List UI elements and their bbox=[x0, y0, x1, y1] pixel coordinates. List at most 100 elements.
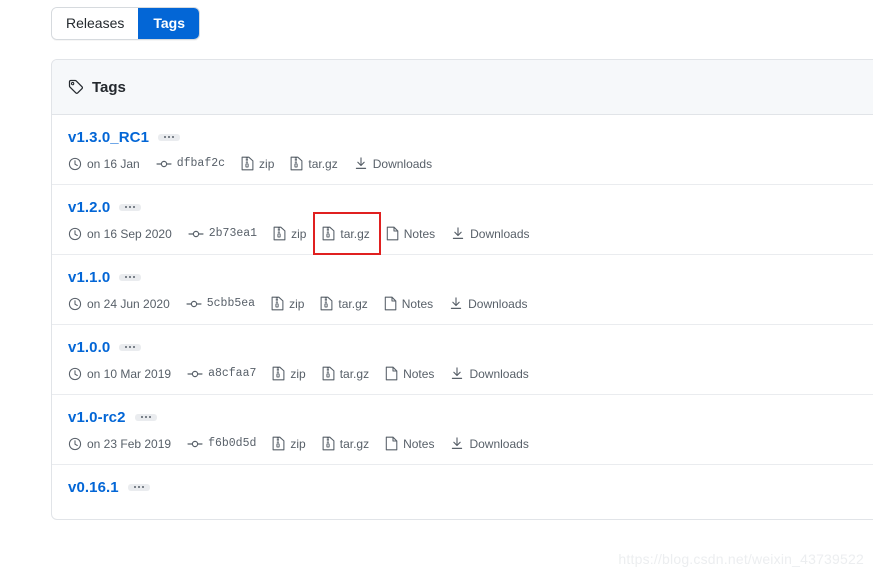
tag-downloads-link-label: Downloads bbox=[372, 156, 433, 171]
tag-downloads-link[interactable]: Downloads bbox=[451, 226, 530, 241]
tag-row: v0.16.1 bbox=[52, 465, 873, 519]
tag-zip-link-label: zip bbox=[291, 226, 307, 241]
file-zip-icon bbox=[272, 366, 285, 381]
tag-targz-link[interactable]: tar.gz bbox=[313, 212, 381, 255]
tag-more-options-button[interactable] bbox=[119, 344, 142, 351]
tag-meta-line: on 23 Feb 2019 f6b0d5d zip tar.gz Notes Downl… bbox=[68, 436, 873, 451]
tag-name-line: v0.16.1 bbox=[68, 479, 873, 496]
tag-date-label: on 23 Feb 2019 bbox=[87, 436, 172, 451]
tag-icon bbox=[68, 79, 84, 95]
tab-tags[interactable]: Tags bbox=[138, 8, 200, 39]
tag-row: v1.2.0 on 16 Sep 2020 2b73ea1 zip tar.gz Note… bbox=[52, 185, 873, 255]
tag-name-line: v1.0.0 bbox=[68, 339, 873, 356]
tag-notes-link[interactable]: Notes bbox=[386, 226, 435, 241]
tag-meta-line: on 24 Jun 2020 5cbb5ea zip tar.gz Notes Downl… bbox=[68, 296, 873, 311]
tag-commit-link[interactable]: 2b73ea1 bbox=[188, 227, 257, 241]
tag-targz-link-label: tar.gz bbox=[339, 366, 370, 381]
tag-notes-link[interactable]: Notes bbox=[384, 296, 433, 311]
tag-downloads-link-label: Downloads bbox=[469, 436, 529, 451]
tag-date-label: on 16 Sep 2020 bbox=[87, 226, 172, 241]
tag-commit-link-label: a8cfaa7 bbox=[208, 366, 257, 380]
tag-downloads-link[interactable]: Downloads bbox=[354, 156, 432, 171]
commit-icon bbox=[188, 227, 204, 241]
file-zip-icon bbox=[320, 296, 333, 311]
tag-more-options-button[interactable] bbox=[119, 204, 142, 211]
clock-icon bbox=[68, 157, 82, 171]
tags-panel: Tags v1.3.0_RC1 on 16 Jan dfbaf2c zip tar.gz… bbox=[51, 59, 873, 520]
file-zip-icon bbox=[290, 156, 303, 171]
tag-name-link[interactable]: v1.0.0 bbox=[68, 339, 110, 356]
tag-targz-link[interactable]: tar.gz bbox=[322, 436, 369, 451]
tag-name-line: v1.3.0_RC1 bbox=[68, 129, 873, 146]
tag-commit-link-label: f6b0d5d bbox=[208, 436, 257, 450]
tag-downloads-link-label: Downloads bbox=[469, 366, 529, 381]
tag-downloads-link[interactable]: Downloads bbox=[449, 296, 528, 311]
tag-meta-line: on 16 Jan dfbaf2c zip tar.gz Downloads bbox=[68, 156, 873, 171]
file-icon bbox=[385, 436, 398, 451]
file-zip-icon bbox=[322, 226, 335, 241]
tag-name-link[interactable]: v1.2.0 bbox=[68, 199, 110, 216]
tag-zip-link[interactable]: zip bbox=[272, 366, 306, 381]
file-icon bbox=[385, 366, 398, 381]
tag-name-link[interactable]: v0.16.1 bbox=[68, 479, 119, 496]
tag-targz-link[interactable]: tar.gz bbox=[322, 366, 369, 381]
tag-name-link[interactable]: v1.1.0 bbox=[68, 269, 110, 286]
tag-zip-link-label: zip bbox=[290, 366, 306, 381]
tag-commit-link[interactable]: dfbaf2c bbox=[156, 157, 225, 171]
tag-zip-link[interactable]: zip bbox=[272, 436, 306, 451]
tag-row: v1.0-rc2 on 23 Feb 2019 f6b0d5d zip tar.gz No… bbox=[52, 395, 873, 465]
tag-notes-link-label: Notes bbox=[401, 296, 434, 311]
tag-commit-link-label: dfbaf2c bbox=[176, 156, 226, 170]
clock-icon bbox=[68, 227, 82, 241]
tag-date: on 23 Feb 2019 bbox=[68, 437, 171, 451]
tag-name-link[interactable]: v1.3.0_RC1 bbox=[68, 129, 149, 146]
tag-commit-link[interactable]: 5cbb5ea bbox=[186, 297, 255, 311]
tag-row: v1.3.0_RC1 on 16 Jan dfbaf2c zip tar.gz Downl… bbox=[52, 115, 873, 185]
tag-zip-link[interactable]: zip bbox=[271, 296, 304, 311]
tag-name-line: v1.1.0 bbox=[68, 269, 873, 286]
tag-date-label: on 10 Mar 2019 bbox=[87, 366, 172, 381]
watermark: https://blog.csdn.net/weixin_43739522 bbox=[618, 551, 864, 567]
tag-zip-link-label: zip bbox=[290, 436, 306, 451]
tag-notes-link[interactable]: Notes bbox=[385, 366, 434, 381]
tag-row: v1.0.0 on 10 Mar 2019 a8cfaa7 zip tar.gz Note… bbox=[52, 325, 873, 395]
tag-date: on 10 Mar 2019 bbox=[68, 367, 171, 381]
tag-more-options-button[interactable] bbox=[134, 414, 157, 421]
panel-title: Tags bbox=[92, 78, 126, 96]
clock-icon bbox=[68, 367, 82, 381]
file-zip-icon bbox=[272, 436, 285, 451]
tag-notes-link-label: Notes bbox=[403, 366, 435, 381]
tag-date-label: on 24 Jun 2020 bbox=[87, 296, 170, 311]
tag-notes-link-label: Notes bbox=[403, 226, 436, 241]
tag-meta-line: on 16 Sep 2020 2b73ea1 zip tar.gz Notes Downl… bbox=[68, 212, 873, 255]
download-icon bbox=[449, 296, 463, 311]
releases-tags-switcher: Releases Tags bbox=[51, 7, 201, 40]
tag-name-link[interactable]: v1.0-rc2 bbox=[68, 409, 126, 426]
tag-notes-link[interactable]: Notes bbox=[385, 436, 434, 451]
tag-downloads-link[interactable]: Downloads bbox=[450, 436, 529, 451]
tag-targz-link-label: tar.gz bbox=[308, 156, 338, 171]
tag-zip-link[interactable]: zip bbox=[273, 226, 306, 241]
file-zip-icon bbox=[322, 366, 335, 381]
download-icon bbox=[450, 436, 464, 451]
download-icon bbox=[451, 226, 465, 241]
tag-downloads-link[interactable]: Downloads bbox=[450, 366, 529, 381]
tag-commit-link-label: 5cbb5ea bbox=[206, 296, 256, 310]
tag-commit-link[interactable]: a8cfaa7 bbox=[187, 367, 256, 381]
tag-downloads-link-label: Downloads bbox=[468, 296, 528, 311]
tag-notes-link-label: Notes bbox=[403, 436, 435, 451]
tag-targz-link[interactable]: tar.gz bbox=[320, 296, 368, 311]
download-icon bbox=[354, 156, 368, 171]
tag-targz-link-label: tar.gz bbox=[338, 296, 368, 311]
tag-more-options-button[interactable] bbox=[119, 274, 142, 281]
tag-zip-link[interactable]: zip bbox=[241, 156, 274, 171]
commit-icon bbox=[187, 437, 203, 451]
tag-more-options-button[interactable] bbox=[127, 484, 150, 491]
tag-targz-link[interactable]: tar.gz bbox=[290, 156, 338, 171]
tag-commit-link[interactable]: f6b0d5d bbox=[187, 437, 256, 451]
file-zip-icon bbox=[273, 226, 286, 241]
tag-more-options-button[interactable] bbox=[158, 134, 181, 141]
tab-releases[interactable]: Releases bbox=[52, 8, 139, 39]
commit-icon bbox=[156, 157, 172, 171]
tag-name-line: v1.2.0 bbox=[68, 199, 873, 216]
